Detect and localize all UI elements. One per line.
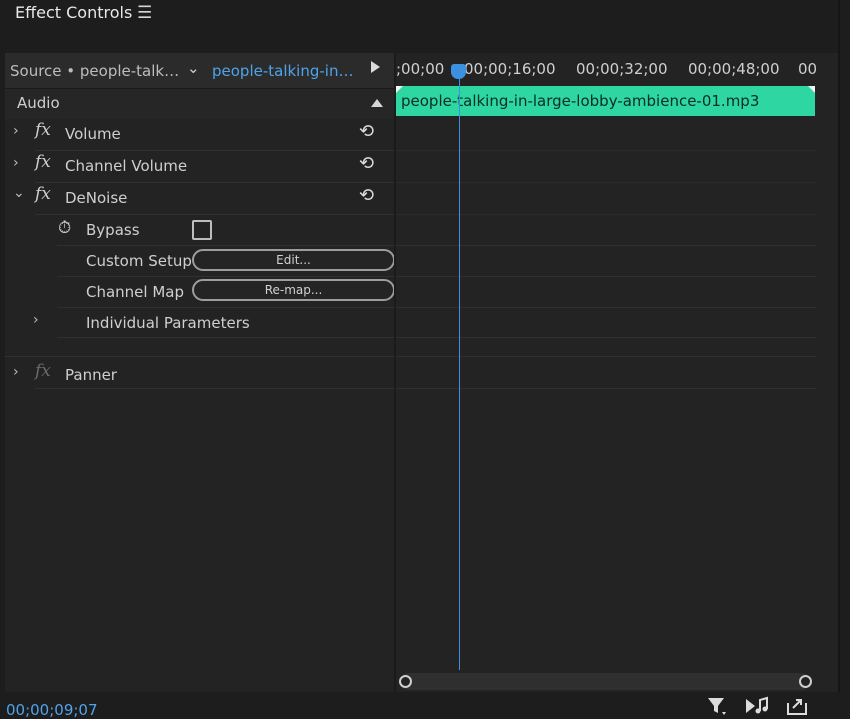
effect-name: Panner [65, 366, 117, 384]
effect-row-channel-volume[interactable]: › fx Channel Volume ⟲ [5, 151, 395, 182]
chevron-down-icon[interactable]: ⌄ [187, 59, 200, 77]
current-timecode[interactable]: 00;00;09;07 [6, 701, 98, 719]
tick-label: 00;00;16;00 [464, 60, 556, 78]
hamburger-icon[interactable]: ☰ [137, 3, 152, 23]
zoom-handle-right[interactable] [799, 675, 812, 688]
bypass-checkbox[interactable] [192, 220, 212, 240]
playhead-line[interactable] [459, 70, 460, 670]
tick-label: 00;00;48;00 [688, 60, 780, 78]
effect-row-panner[interactable]: › fx Panner [5, 360, 395, 391]
row-divider [57, 337, 816, 338]
source-label[interactable]: Source • people-talk… [10, 62, 179, 80]
clip-end-marker [808, 86, 815, 93]
row-divider [5, 356, 816, 357]
reset-icon[interactable]: ⟲ [359, 121, 374, 142]
zoom-handle-left[interactable] [399, 675, 412, 688]
fx-icon[interactable]: fx [35, 184, 51, 204]
clip-name: people-talking-in-large-lobby-ambience-0… [401, 92, 760, 110]
remap-button[interactable]: Re-map... [192, 279, 395, 301]
collapse-up-icon[interactable] [371, 99, 383, 107]
tick-label: ;00;00 [396, 60, 445, 78]
reset-icon[interactable]: ⟲ [359, 153, 374, 174]
timeline-zoom-scrollbar[interactable] [400, 673, 810, 690]
param-row-individual-parameters[interactable]: › Individual Parameters [5, 308, 395, 339]
fx-icon[interactable]: fx [35, 120, 51, 140]
reset-menu-icon[interactable]: ⟲ [359, 185, 374, 206]
playhead-handle[interactable] [451, 64, 466, 79]
export-icon[interactable] [786, 695, 808, 719]
filter-icon[interactable] [706, 695, 728, 719]
panel-header: Effect Controls ☰ [0, 0, 850, 36]
tick-label: 00 [798, 60, 816, 78]
panel-divider [838, 0, 840, 719]
chevron-right-icon[interactable]: › [13, 155, 19, 171]
audio-section-header[interactable]: Audio [5, 89, 395, 119]
source-bar: Source • people-talk… ⌄ people-talking-i… [5, 53, 395, 89]
play-audio-icon[interactable] [745, 695, 771, 719]
chevron-right-icon[interactable]: › [13, 123, 19, 139]
param-row-custom-setup: Custom Setup Edit... [5, 246, 395, 277]
custom-setup-label: Custom Setup [86, 252, 192, 270]
chevron-down-icon[interactable]: ⌄ [13, 185, 25, 201]
play-icon[interactable] [371, 61, 380, 73]
effect-name: Channel Volume [65, 157, 188, 175]
param-row-channel-map: Channel Map Re-map... [5, 277, 395, 308]
effect-name: Volume [65, 125, 121, 143]
chevron-right-icon[interactable]: › [33, 312, 39, 328]
effect-row-volume[interactable]: › fx Volume ⟲ [5, 119, 395, 150]
channel-map-label: Channel Map [86, 283, 185, 301]
bypass-label: Bypass [86, 221, 140, 239]
tick-label: 00;00;32;00 [576, 60, 668, 78]
panel-title: Effect Controls [15, 3, 133, 22]
audio-section-label: Audio [17, 94, 60, 112]
param-row-bypass: ⏱ Bypass [5, 215, 395, 246]
column-divider[interactable] [394, 53, 396, 692]
edit-button[interactable]: Edit... [192, 249, 395, 271]
chevron-right-icon[interactable]: › [13, 364, 19, 380]
stopwatch-icon[interactable]: ⏱ [58, 218, 71, 238]
row-divider [35, 388, 816, 389]
fx-icon[interactable]: fx [35, 361, 51, 381]
effect-name: DeNoise [65, 189, 128, 207]
individual-parameters-label: Individual Parameters [86, 314, 250, 332]
fx-icon[interactable]: fx [35, 152, 51, 172]
effect-row-denoise[interactable]: ⌄ fx DeNoise ⟲ [5, 183, 395, 214]
sequence-clip-link[interactable]: people-talking-in… [212, 62, 353, 80]
